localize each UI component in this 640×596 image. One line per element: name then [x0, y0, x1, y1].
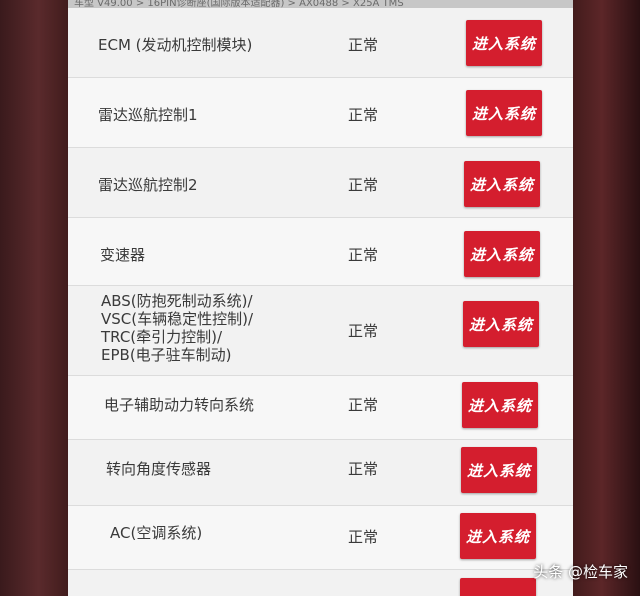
system-name: ABS(防抱死制动系统)/ VSC(车辆稳定性控制)/ TRC(牵引力控制)/ … — [101, 292, 254, 364]
system-status: 正常 — [348, 176, 379, 194]
enter-system-button-partial[interactable] — [460, 578, 536, 596]
system-status: 正常 — [348, 528, 379, 546]
enter-system-button[interactable]: 进入系统 — [464, 231, 540, 277]
enter-system-button[interactable]: 进入系统 — [463, 301, 539, 347]
system-status: 正常 — [348, 460, 379, 478]
enter-system-button[interactable]: 进入系统 — [466, 90, 542, 136]
system-row: 电子辅助动力转向系统 正常 进入系统 — [68, 376, 573, 440]
enter-system-button[interactable]: 进入系统 — [460, 513, 536, 559]
system-name: 转向角度传感器 — [106, 460, 212, 478]
device-frame: 车型 V49.00 > 16PIN诊断座(国际版本适配器) > AX0488 >… — [0, 0, 640, 596]
system-name: AC(空调系统) — [110, 524, 203, 542]
system-status: 正常 — [348, 396, 379, 414]
system-name: 变速器 — [100, 246, 146, 264]
diagnostic-screen: 车型 V49.00 > 16PIN诊断座(国际版本适配器) > AX0488 >… — [68, 0, 573, 596]
row-divider — [68, 569, 573, 570]
system-status: 正常 — [348, 246, 379, 264]
system-name: 雷达巡航控制1 — [98, 106, 198, 124]
system-row: 转向角度传感器 正常 进入系统 — [68, 440, 573, 506]
system-status: 正常 — [348, 322, 379, 340]
enter-system-button[interactable]: 进入系统 — [466, 20, 542, 66]
system-name: 雷达巡航控制2 — [98, 176, 198, 194]
enter-system-button[interactable]: 进入系统 — [464, 161, 540, 207]
system-row: ECM (发动机控制模块) 正常 进入系统 — [68, 8, 573, 78]
system-status: 正常 — [348, 106, 379, 124]
system-name: 电子辅助动力转向系统 — [104, 396, 255, 414]
system-row: AC(空调系统) 正常 进入系统 — [68, 506, 573, 570]
breadcrumb-header: 车型 V49.00 > 16PIN诊断座(国际版本适配器) > AX0488 >… — [68, 0, 573, 8]
system-row: ABS(防抱死制动系统)/ VSC(车辆稳定性控制)/ TRC(牵引力控制)/ … — [68, 286, 573, 376]
watermark: 头条 @检车家 — [533, 563, 628, 581]
system-row: 变速器 正常 进入系统 — [68, 218, 573, 286]
enter-system-button[interactable]: 进入系统 — [461, 447, 537, 493]
system-status: 正常 — [348, 36, 379, 54]
system-name: ECM (发动机控制模块) — [98, 36, 253, 54]
system-row: 雷达巡航控制2 正常 进入系统 — [68, 148, 573, 218]
system-row: 雷达巡航控制1 正常 进入系统 — [68, 78, 573, 148]
enter-system-button[interactable]: 进入系统 — [462, 382, 538, 428]
